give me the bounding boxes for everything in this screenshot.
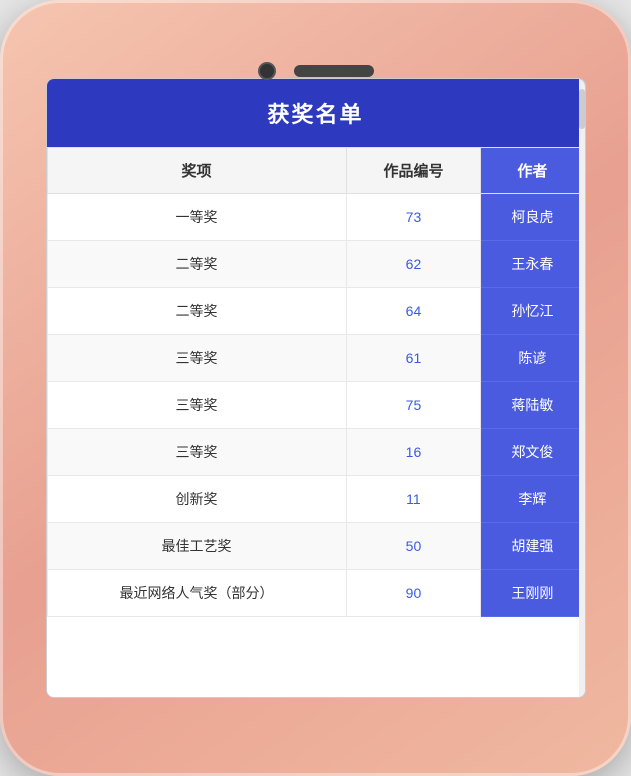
phone-camera bbox=[258, 62, 276, 80]
awards-table: 奖项 作品编号 作者 一等奖73柯良虎二等奖62王永春二等奖64孙忆江三等奖61… bbox=[47, 147, 585, 617]
phone-screen: 获奖名单 奖项 作品编号 作者 一等奖73柯良虎二等奖62王永春二等奖64孙忆江… bbox=[46, 78, 586, 698]
award-cell: 三等奖 bbox=[47, 335, 346, 382]
col-header-id: 作品编号 bbox=[346, 148, 481, 194]
id-cell: 73 bbox=[346, 194, 481, 241]
id-cell: 61 bbox=[346, 335, 481, 382]
author-cell: 蒋陆敏 bbox=[481, 382, 584, 429]
col-header-author: 作者 bbox=[481, 148, 584, 194]
col-header-award: 奖项 bbox=[47, 148, 346, 194]
id-cell: 11 bbox=[346, 476, 481, 523]
scrollbar-thumb[interactable] bbox=[579, 89, 585, 129]
id-cell: 16 bbox=[346, 429, 481, 476]
award-cell: 三等奖 bbox=[47, 382, 346, 429]
table-title: 获奖名单 bbox=[47, 79, 585, 147]
author-cell: 李辉 bbox=[481, 476, 584, 523]
author-cell: 胡建强 bbox=[481, 523, 584, 570]
table-row: 最近网络人气奖（部分）90王刚刚 bbox=[47, 570, 584, 617]
award-cell: 三等奖 bbox=[47, 429, 346, 476]
award-cell: 二等奖 bbox=[47, 288, 346, 335]
content-area: 获奖名单 奖项 作品编号 作者 一等奖73柯良虎二等奖62王永春二等奖64孙忆江… bbox=[47, 79, 585, 697]
award-cell: 一等奖 bbox=[47, 194, 346, 241]
phone-speaker bbox=[294, 65, 374, 77]
award-cell: 二等奖 bbox=[47, 241, 346, 288]
table-row: 三等奖61陈谚 bbox=[47, 335, 584, 382]
table-row: 三等奖75蒋陆敏 bbox=[47, 382, 584, 429]
table-row: 最佳工艺奖50胡建强 bbox=[47, 523, 584, 570]
author-cell: 柯良虎 bbox=[481, 194, 584, 241]
award-cell: 创新奖 bbox=[47, 476, 346, 523]
table-row: 三等奖16郑文俊 bbox=[47, 429, 584, 476]
table-row: 一等奖73柯良虎 bbox=[47, 194, 584, 241]
scrollbar-track[interactable] bbox=[579, 79, 585, 697]
author-cell: 陈谚 bbox=[481, 335, 584, 382]
table-row: 二等奖62王永春 bbox=[47, 241, 584, 288]
table-header-row: 奖项 作品编号 作者 bbox=[47, 148, 584, 194]
award-cell: 最佳工艺奖 bbox=[47, 523, 346, 570]
id-cell: 50 bbox=[346, 523, 481, 570]
author-cell: 王永春 bbox=[481, 241, 584, 288]
id-cell: 64 bbox=[346, 288, 481, 335]
table-row: 二等奖64孙忆江 bbox=[47, 288, 584, 335]
table-row: 创新奖11李辉 bbox=[47, 476, 584, 523]
award-cell: 最近网络人气奖（部分） bbox=[47, 570, 346, 617]
id-cell: 90 bbox=[346, 570, 481, 617]
author-cell: 王刚刚 bbox=[481, 570, 584, 617]
id-cell: 62 bbox=[346, 241, 481, 288]
id-cell: 75 bbox=[346, 382, 481, 429]
author-cell: 郑文俊 bbox=[481, 429, 584, 476]
author-cell: 孙忆江 bbox=[481, 288, 584, 335]
phone-frame: 获奖名单 奖项 作品编号 作者 一等奖73柯良虎二等奖62王永春二等奖64孙忆江… bbox=[0, 0, 631, 776]
